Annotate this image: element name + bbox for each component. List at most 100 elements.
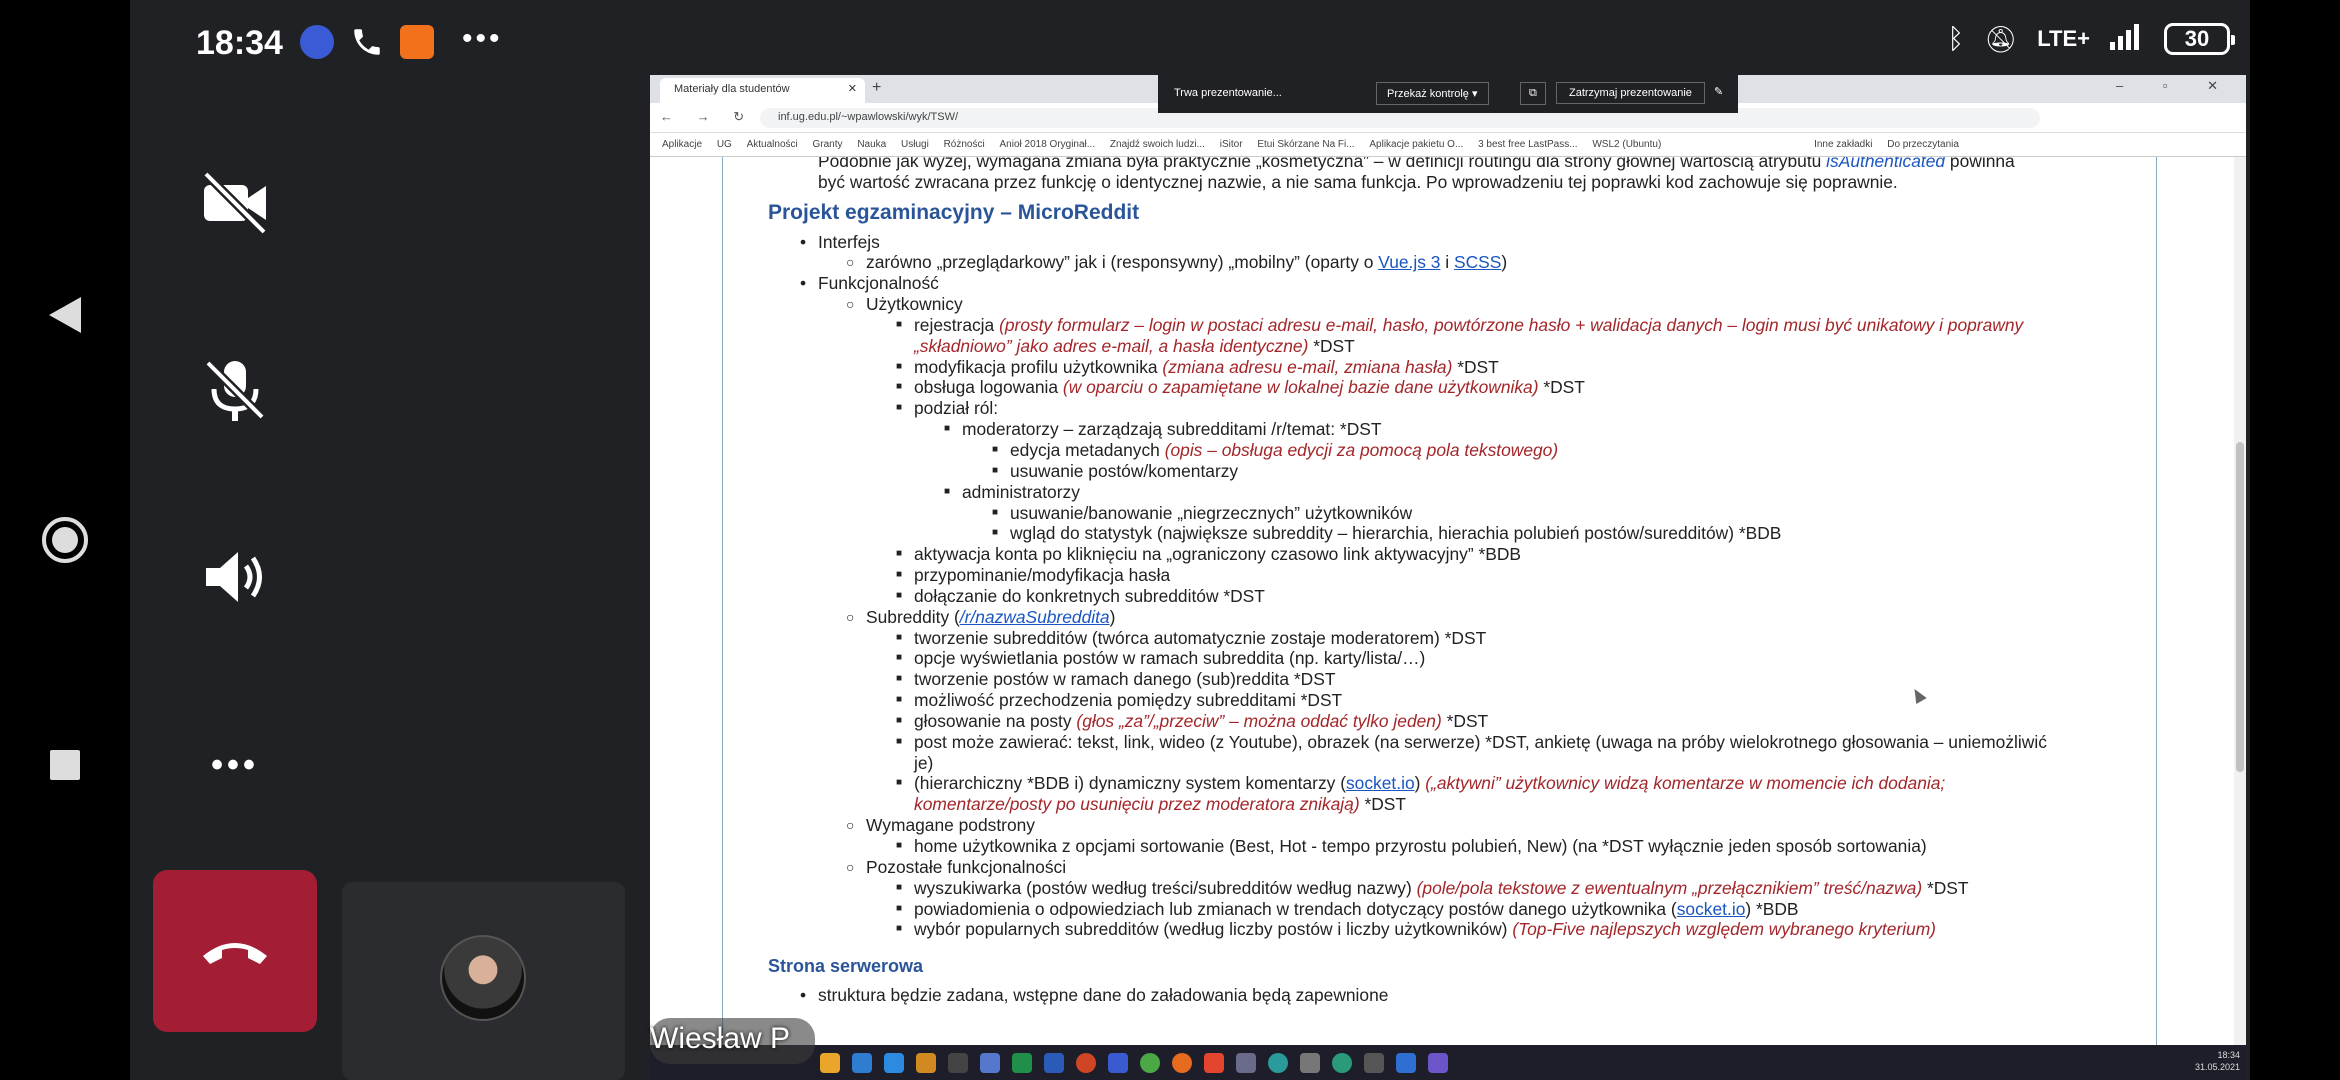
item-text: moderatorzy – zarządzają subredditami /r…: [962, 419, 1382, 440]
muted-bell-icon: 🔕︎: [1984, 23, 2018, 54]
item-tag: *DST: [1308, 335, 1355, 356]
terminal-taskbar-icon[interactable]: [948, 1053, 968, 1073]
chrome-alt-taskbar-icon[interactable]: [1140, 1053, 1160, 1073]
item-text: usuwanie postów/komentarzy: [1010, 460, 1239, 481]
presenting-toolbar: Trwa prezentowanie... Przekaż kontrolę ▾…: [1158, 75, 1738, 113]
word-taskbar-icon[interactable]: [1044, 1053, 1064, 1073]
stop-presenting-button[interactable]: Zatrzymaj prezentowanie: [1556, 82, 1705, 104]
teams-taskbar-icon[interactable]: [1428, 1053, 1448, 1073]
participant-name-caption: Wiesław P: [650, 1022, 791, 1055]
item-text: edycja metadanych: [1010, 439, 1165, 460]
item-text: ): [1414, 773, 1426, 794]
scss-link[interactable]: SCSS: [1454, 252, 1501, 272]
app-taskbar-icon[interactable]: [1364, 1053, 1384, 1073]
bookmark-item[interactable]: iSitor: [1220, 139, 1243, 150]
list-item: wybór popularnych subredditów (według li…: [768, 919, 2128, 940]
item-text: Wymagane podstrony: [866, 815, 1036, 836]
bookmark-item[interactable]: Anioł 2018 Oryginał...: [1000, 139, 1096, 150]
camera-off-icon[interactable]: [200, 168, 270, 238]
list-item: przypominanie/modyfikacja hasła: [768, 565, 2128, 586]
bookmark-item[interactable]: Do przeczytania: [1887, 139, 1959, 150]
nav-arrows-icon[interactable]: ← → ↻: [660, 109, 754, 125]
bookmark-item[interactable]: 3 best free LastPass...: [1478, 139, 1578, 150]
bookmark-item[interactable]: Granty: [813, 139, 843, 150]
item-note: komentarze/posty po usunięciu przez mode…: [914, 794, 1360, 815]
item-text: wybór popularnych subredditów (według li…: [914, 919, 1513, 940]
firefox-taskbar-icon[interactable]: [1172, 1053, 1192, 1073]
bluetooth-icon: ᛒ: [1947, 23, 1965, 54]
taskbar-time: 18:34: [2217, 1050, 2240, 1060]
more-options-icon[interactable]: •••: [200, 730, 270, 800]
list-item: opcje wyświetlania postów w ramach subre…: [768, 648, 2128, 669]
chrome-taskbar-icon[interactable]: [820, 1053, 840, 1073]
bookmark-item[interactable]: Znajdź swoich ludzi...: [1110, 139, 1205, 150]
item-text: możliwość przechodzenia pomiędzy subredd…: [914, 690, 1343, 711]
bookmark-item[interactable]: Aktualności: [747, 139, 798, 150]
pip-icon[interactable]: ⧉: [1520, 82, 1546, 105]
hang-up-button[interactable]: [153, 870, 317, 1032]
bookmark-item[interactable]: Nauka: [857, 139, 886, 150]
home-nav-icon[interactable]: [40, 515, 90, 565]
list-item: rejestracja (prosty formularz – login w …: [768, 315, 2128, 357]
phone-call-icon: [350, 25, 384, 59]
new-tab-icon[interactable]: +: [872, 79, 881, 97]
app-taskbar-icon[interactable]: [980, 1053, 1000, 1073]
bookmark-item[interactable]: Aplikacje pakietu O...: [1369, 139, 1463, 150]
mail-taskbar-icon[interactable]: [1396, 1053, 1416, 1073]
app-taskbar-icon[interactable]: [1108, 1053, 1128, 1073]
browser-tab[interactable]: Materiały dla studentów ✕: [660, 78, 865, 103]
list-item: obsługa logowania (w oparciu o zapamięta…: [768, 377, 2128, 398]
app-taskbar-icon[interactable]: [1268, 1053, 1288, 1073]
bookmark-item[interactable]: Inne zakładki: [1814, 139, 1872, 150]
page-scrollbar[interactable]: [2234, 157, 2246, 1047]
subreddit-link[interactable]: /r/nazwaSubreddita: [960, 607, 1110, 627]
item-text: home użytkownika z opcjami sortowanie (B…: [914, 836, 1927, 856]
brave-taskbar-icon[interactable]: [1204, 1053, 1224, 1073]
item-text: aktywacja konta po kliknięciu na „ograni…: [914, 544, 1522, 565]
item-note: (pole/pola tekstowe z ewentualnym „przeł…: [1416, 877, 1923, 898]
app-taskbar-icon[interactable]: [1300, 1053, 1320, 1073]
bookmark-item[interactable]: Usługi: [901, 139, 929, 150]
intro-text: Podobnie jak wyżej, wymagana zmiana była…: [818, 157, 1827, 171]
vscode-taskbar-icon[interactable]: [884, 1053, 904, 1073]
mic-off-icon[interactable]: [200, 355, 270, 425]
bookmark-item[interactable]: Etui Skórzane Na Fi...: [1257, 139, 1354, 150]
app-taskbar-icon[interactable]: [916, 1053, 936, 1073]
recents-nav-icon[interactable]: [40, 740, 90, 790]
list-item: Wymagane podstrony: [768, 815, 2128, 836]
item-text: przypominanie/modyfikacja hasła: [914, 565, 1171, 586]
list-item: Funkcjonalność: [768, 273, 2128, 294]
taskbar-date: 31.05.2021: [2194, 1062, 2240, 1072]
list-item: Interfejs: [768, 232, 2128, 253]
window-controls[interactable]: – ▫ ✕: [2116, 78, 2236, 94]
close-tab-icon[interactable]: ✕: [848, 82, 857, 95]
pin-icon[interactable]: ✎: [1714, 85, 1723, 98]
item-text: Funkcjonalność: [818, 273, 939, 294]
item-text: struktura będzie zadana, wstępne dane do…: [818, 985, 1389, 1006]
app-taskbar-icon[interactable]: [1236, 1053, 1256, 1073]
screen-root: 18:34 ••• ᛒ 🔕︎ LTE+ 30 ••• Materiały dla…: [0, 0, 2340, 1080]
item-text: powiadomienia o odpowiedziach lub zmiana…: [914, 898, 1677, 919]
app-taskbar-icon[interactable]: [1332, 1053, 1352, 1073]
give-control-button[interactable]: Przekaż kontrolę ▾: [1376, 82, 1489, 105]
item-tag: *DST: [1441, 710, 1489, 731]
bookmark-item[interactable]: Aplikacje: [662, 139, 702, 150]
socketio-link[interactable]: socket.io: [1677, 899, 1746, 919]
bookmark-item[interactable]: WSL2 (Ubuntu): [1592, 139, 1661, 150]
vue-link[interactable]: Vue.js 3: [1378, 252, 1440, 272]
speaker-icon[interactable]: [200, 542, 270, 612]
excel-taskbar-icon[interactable]: [1012, 1053, 1032, 1073]
bookmark-item[interactable]: Różności: [944, 139, 985, 150]
bookmark-item[interactable]: UG: [717, 139, 732, 150]
edge-taskbar-icon[interactable]: [852, 1053, 872, 1073]
list-item: administratorzy: [768, 482, 2128, 503]
app-taskbar-icon[interactable]: [1076, 1053, 1096, 1073]
scrollbar-thumb[interactable]: [2236, 442, 2244, 772]
windows-taskbar: 18:34 31.05.2021: [650, 1045, 2246, 1080]
socketio-link[interactable]: socket.io: [1346, 773, 1415, 793]
item-note: (zmiana adresu e-mail, zmiana hasła): [1162, 356, 1453, 377]
back-nav-icon[interactable]: [40, 290, 90, 340]
give-control-label: Przekaż kontrolę: [1387, 88, 1469, 100]
battery-level: 30: [2184, 26, 2210, 51]
item-note: (prosty formularz – login w postaci adre…: [999, 314, 2024, 335]
